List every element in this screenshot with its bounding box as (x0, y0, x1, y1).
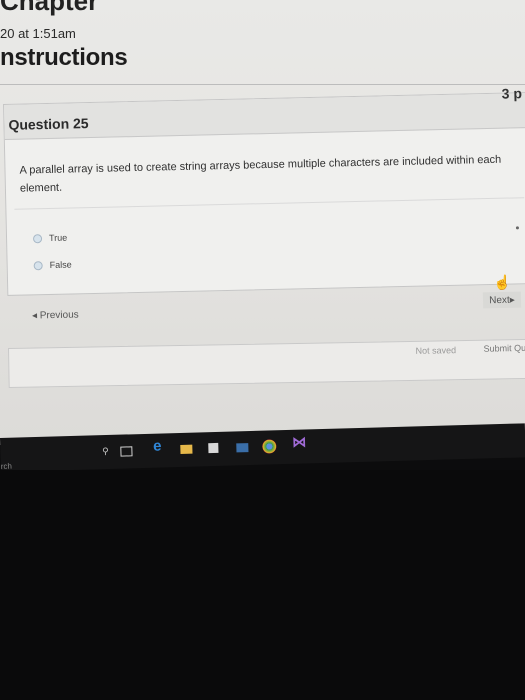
answer-label: False (49, 259, 72, 270)
page-header-fragment: Chapter (0, 0, 99, 16)
store-icon[interactable] (208, 442, 219, 454)
save-status: Not saved (415, 345, 457, 356)
answer-label: True (48, 232, 68, 243)
question-header: Question 25 3 p (4, 85, 525, 140)
next-button[interactable]: Next ▸ (482, 291, 522, 309)
chevron-left-icon: ◂ (31, 310, 40, 322)
answer-option-false[interactable]: False (33, 255, 72, 274)
chrome-icon[interactable] (262, 439, 277, 454)
question-points: 3 p (501, 85, 523, 102)
hand-cursor-icon: ☝ (493, 274, 511, 290)
microphone-icon[interactable]: ⚲ (98, 445, 112, 457)
mail-icon[interactable] (236, 443, 249, 453)
quiz-footer: Not saved Submit Qui (8, 338, 525, 388)
divider (14, 197, 525, 210)
question-card: Question 25 3 p A parallel array is used… (3, 85, 525, 296)
submitted-time: 20 at 1:51am (0, 26, 76, 41)
screen: Chapter 20 at 1:51am nstructions Questio… (0, 0, 525, 445)
question-text: A parallel array is used to create strin… (19, 153, 502, 195)
radio-button[interactable] (33, 260, 43, 270)
submit-quiz-button[interactable]: Submit Qui (483, 343, 525, 354)
stray-dot (515, 226, 519, 230)
page-title: nstructions (0, 44, 128, 71)
question-title: Question 25 (8, 115, 89, 133)
previous-button[interactable]: ◂ Previous (32, 309, 79, 321)
edge-icon[interactable]: e (150, 437, 164, 454)
monitor-bezel (0, 470, 525, 700)
chevron-right-icon: ▸ (509, 294, 515, 306)
folder-icon[interactable] (180, 444, 193, 454)
answer-option-true[interactable]: True (32, 229, 68, 248)
task-view-icon[interactable] (120, 446, 133, 457)
visual-studio-icon[interactable]: ⋈ (292, 433, 306, 449)
radio-button[interactable] (32, 233, 43, 243)
divider (0, 84, 525, 85)
